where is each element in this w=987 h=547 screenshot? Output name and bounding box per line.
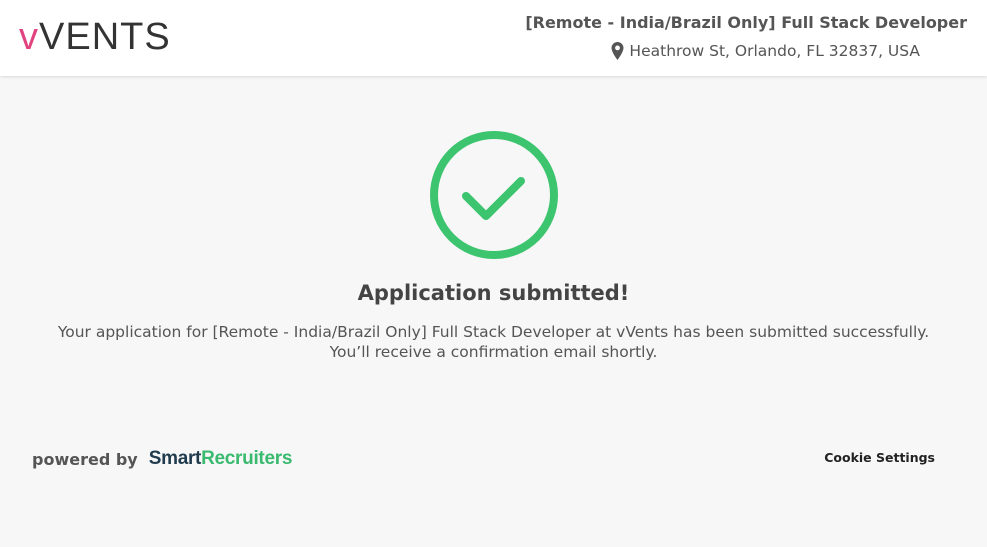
page-header: vVENTS [Remote - India/Brazil Only] Full… [0,0,987,76]
powered-by-label: powered by [32,449,138,469]
success-title: Application submitted! [357,281,630,305]
page-footer: powered by SmartRecruiters Cookie Settin… [0,440,987,480]
logo-accent-letter: v [19,16,39,58]
company-logo[interactable]: vVENTS [19,14,171,60]
map-pin-icon [611,42,624,60]
job-title: [Remote - India/Brazil Only] Full Stack … [525,13,967,32]
confirmation-panel: Application submitted! Your application … [0,76,987,406]
checkmark-circle-icon [428,129,560,261]
powered-by: powered by SmartRecruiters [32,448,292,470]
success-message: Your application for [Remote - India/Bra… [57,323,930,361]
cookie-settings-button[interactable]: Cookie Settings [824,450,935,465]
brand-part-smart: Smart [148,448,202,469]
job-location: Heathrow St, Orlando, FL 32837, USA [611,42,920,60]
location-text: Heathrow St, Orlando, FL 32837, USA [629,42,920,60]
brand-part-recruiters: Recruiters [201,448,293,469]
logo-text: VENTS [39,16,171,58]
smartrecruiters-logo[interactable]: SmartRecruiters [148,448,293,470]
